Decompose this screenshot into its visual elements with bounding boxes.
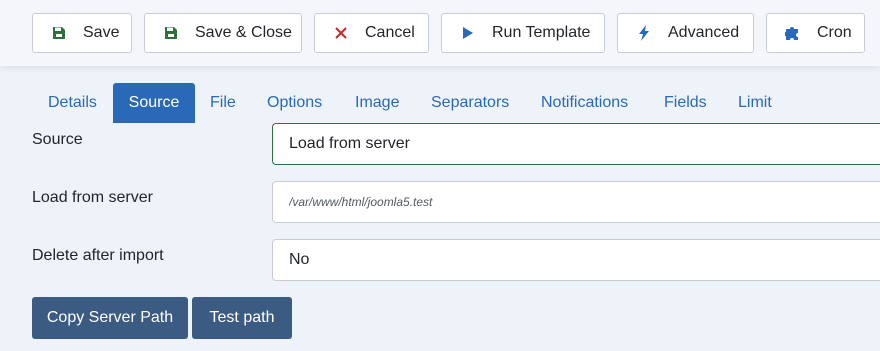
cancel-label: Cancel bbox=[365, 24, 415, 41]
run-template-button[interactable]: Run Template bbox=[441, 13, 605, 53]
delete-after-import-select[interactable]: No bbox=[272, 239, 880, 281]
x-icon bbox=[333, 25, 349, 41]
tab-image[interactable]: Image bbox=[355, 83, 399, 123]
run-template-label: Run Template bbox=[492, 24, 591, 41]
tab-file[interactable]: File bbox=[210, 83, 236, 123]
load-from-server-label: Load from server bbox=[32, 189, 153, 206]
advanced-label: Advanced bbox=[668, 24, 740, 41]
toolbar: Save Save & Close Cancel Run Template Ad bbox=[0, 0, 880, 66]
tab-separators[interactable]: Separators bbox=[431, 83, 509, 123]
source-select[interactable]: Load from server bbox=[272, 123, 880, 165]
floppy-disk-icon bbox=[163, 25, 179, 41]
tab-details[interactable]: Details bbox=[48, 83, 97, 123]
copy-server-path-button[interactable]: Copy Server Path bbox=[32, 297, 188, 339]
source-select-value: Load from server bbox=[289, 135, 410, 152]
cron-button[interactable]: Cron bbox=[766, 13, 865, 53]
save-and-close-button[interactable]: Save & Close bbox=[144, 13, 302, 53]
source-label: Source bbox=[32, 131, 83, 148]
delete-after-import-value: No bbox=[289, 251, 310, 268]
cancel-button[interactable]: Cancel bbox=[314, 13, 429, 53]
bolt-icon bbox=[636, 25, 652, 41]
load-from-server-input[interactable] bbox=[289, 195, 880, 209]
tab-notifications[interactable]: Notifications bbox=[541, 83, 628, 123]
floppy-disk-icon bbox=[51, 25, 67, 41]
advanced-button[interactable]: Advanced bbox=[617, 13, 754, 53]
save-and-close-label: Save & Close bbox=[195, 24, 292, 41]
tab-options[interactable]: Options bbox=[267, 83, 322, 123]
load-from-server-field bbox=[272, 181, 880, 223]
puzzle-icon bbox=[785, 25, 801, 41]
delete-after-import-label: Delete after import bbox=[32, 247, 164, 264]
cron-label: Cron bbox=[817, 24, 852, 41]
tab-limit[interactable]: Limit bbox=[738, 83, 772, 123]
test-path-button[interactable]: Test path bbox=[192, 297, 292, 339]
tab-source[interactable]: Source bbox=[113, 83, 195, 123]
page: Save Save & Close Cancel Run Template Ad bbox=[0, 0, 880, 351]
tab-fields[interactable]: Fields bbox=[664, 83, 707, 123]
save-label: Save bbox=[83, 24, 120, 41]
play-icon bbox=[460, 25, 476, 41]
save-button[interactable]: Save bbox=[32, 13, 132, 53]
tab-bar: Details Source File Options Image Separa… bbox=[0, 83, 880, 123]
